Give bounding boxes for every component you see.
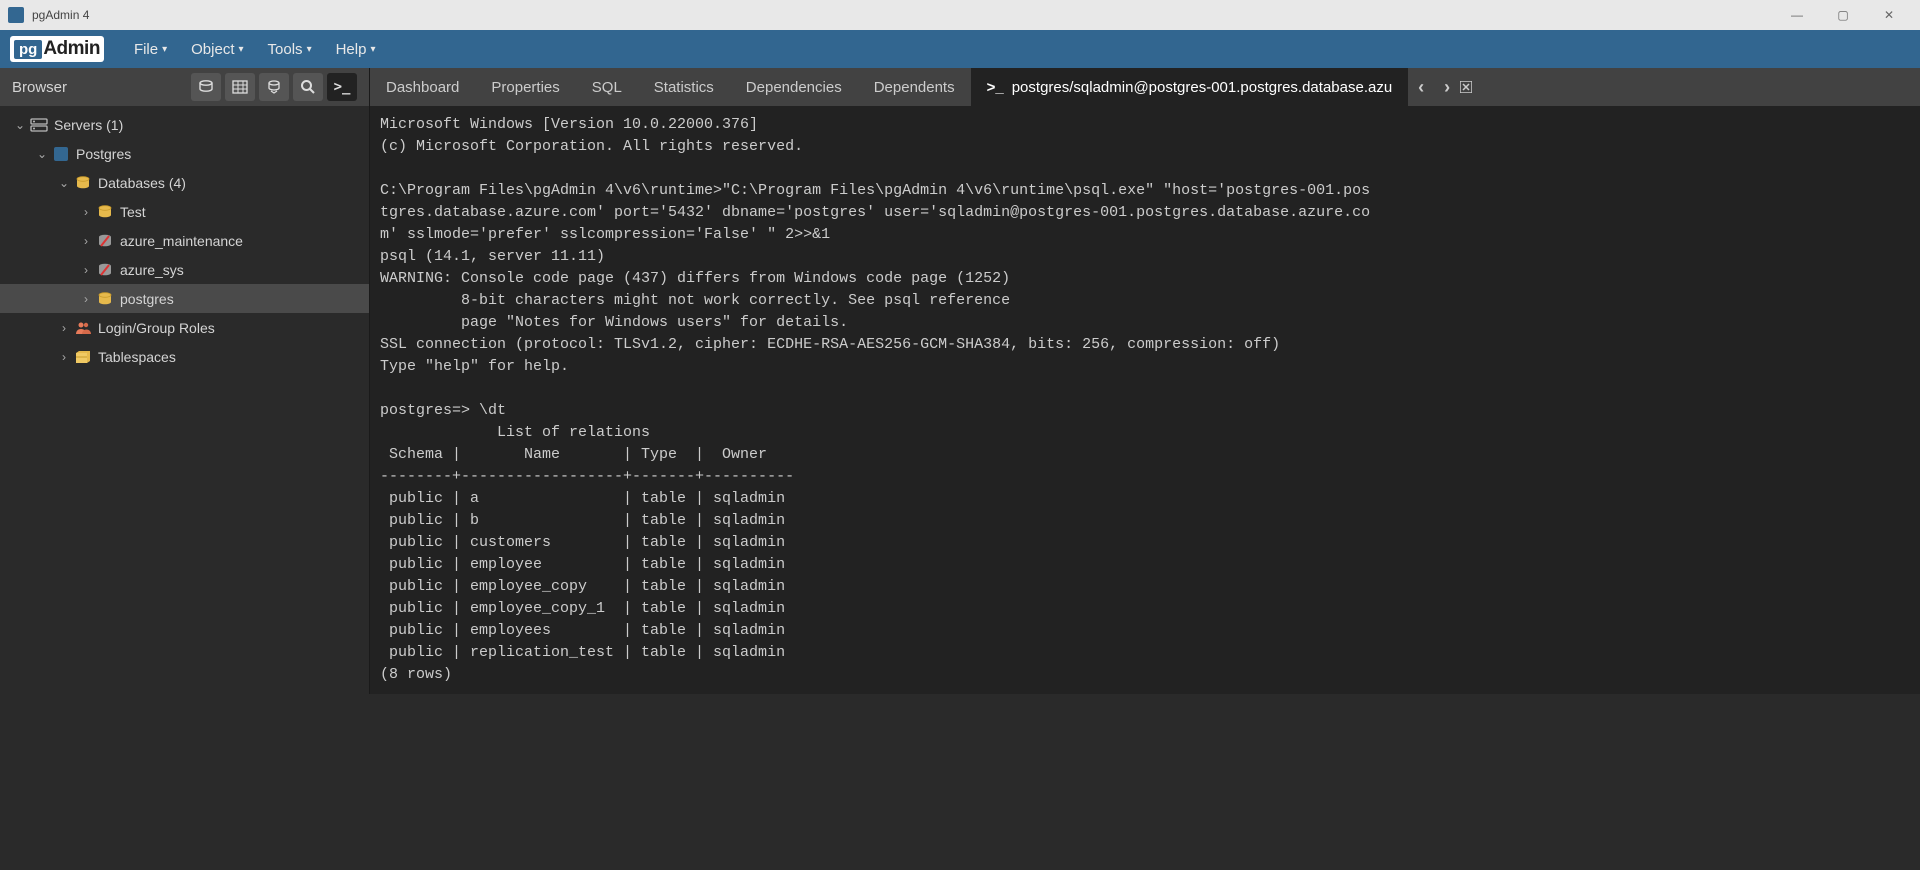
tree-item-label: postgres bbox=[120, 291, 174, 307]
menu-help[interactable]: Help▾ bbox=[324, 35, 388, 64]
window-title: pgAdmin 4 bbox=[32, 8, 1774, 22]
logo-admin: Admin bbox=[43, 38, 100, 60]
content-area: DashboardPropertiesSQLStatisticsDependen… bbox=[370, 68, 1920, 694]
terminal-icon: >_ bbox=[987, 79, 1004, 96]
tree-toggle-icon[interactable]: ⌄ bbox=[12, 118, 28, 132]
tree-item[interactable]: ⌄ Postgres bbox=[0, 139, 369, 168]
tree-item-label: azure_sys bbox=[120, 262, 184, 278]
toolbar-button-3[interactable] bbox=[259, 73, 289, 101]
app-icon bbox=[8, 7, 24, 23]
window-titlebar: pgAdmin 4 — ▢ ✕ bbox=[0, 0, 1920, 30]
db-group-icon bbox=[74, 175, 92, 191]
tree-toggle-icon[interactable]: › bbox=[56, 350, 72, 364]
tab-nav-next[interactable]: › bbox=[1434, 77, 1460, 98]
tree-item-label: Postgres bbox=[76, 146, 131, 162]
tree-item[interactable]: › Tablespaces bbox=[0, 342, 369, 371]
tree-item-label: Databases (4) bbox=[98, 175, 186, 191]
elephant-icon bbox=[52, 146, 70, 162]
main-area: Browser >_ ⌄ Servers (1) ⌄ Postgres ⌄ Databas… bbox=[0, 68, 1920, 694]
menubar: pgAdmin File▾Object▾Tools▾Help▾ bbox=[0, 30, 1920, 68]
tree-item-label: Servers (1) bbox=[54, 117, 123, 133]
window-close-button[interactable]: ✕ bbox=[1866, 0, 1912, 30]
tree-item[interactable]: › postgres bbox=[0, 284, 369, 313]
db-gray-icon bbox=[96, 233, 114, 249]
tab-statistics[interactable]: Statistics bbox=[638, 68, 730, 106]
menu-object[interactable]: Object▾ bbox=[179, 35, 255, 64]
tab-nav-prev[interactable]: ‹ bbox=[1408, 77, 1434, 98]
tree-toggle-icon[interactable]: › bbox=[56, 321, 72, 335]
tab-properties[interactable]: Properties bbox=[475, 68, 575, 106]
tab-dependents[interactable]: Dependents bbox=[858, 68, 971, 106]
tab-close-icon[interactable] bbox=[1460, 81, 1486, 93]
terminal-output[interactable]: Microsoft Windows [Version 10.0.22000.37… bbox=[370, 106, 1920, 694]
tree-item-label: Login/Group Roles bbox=[98, 320, 215, 336]
toolbar-psql-button[interactable]: >_ bbox=[327, 73, 357, 101]
tree-toggle-icon[interactable]: › bbox=[78, 234, 94, 248]
logo-pg: pg bbox=[14, 40, 42, 59]
tab-dependencies[interactable]: Dependencies bbox=[730, 68, 858, 106]
tree-item[interactable]: ⌄ Databases (4) bbox=[0, 168, 369, 197]
tab-psql-active[interactable]: >_ postgres/sqladmin@postgres-001.postgr… bbox=[971, 68, 1409, 106]
tree-item[interactable]: ⌄ Servers (1) bbox=[0, 110, 369, 139]
server-icon bbox=[30, 117, 48, 133]
tab-sql[interactable]: SQL bbox=[576, 68, 638, 106]
tree-item[interactable]: › azure_maintenance bbox=[0, 226, 369, 255]
tree-item[interactable]: › azure_sys bbox=[0, 255, 369, 284]
tree-item[interactable]: › Test bbox=[0, 197, 369, 226]
menu-file[interactable]: File▾ bbox=[122, 35, 179, 64]
window-minimize-button[interactable]: — bbox=[1774, 0, 1820, 30]
toolbar-button-1[interactable] bbox=[191, 73, 221, 101]
sidebar-title: Browser bbox=[12, 79, 187, 96]
db-icon bbox=[96, 291, 114, 307]
tree-toggle-icon[interactable]: › bbox=[78, 292, 94, 306]
sidebar-header: Browser >_ bbox=[0, 68, 369, 106]
tree-toggle-icon[interactable]: ⌄ bbox=[34, 147, 50, 161]
tree-item[interactable]: › Login/Group Roles bbox=[0, 313, 369, 342]
db-icon bbox=[96, 204, 114, 220]
menu-tools[interactable]: Tools▾ bbox=[256, 35, 324, 64]
tree-toggle-icon[interactable]: › bbox=[78, 263, 94, 277]
toolbar-search-button[interactable] bbox=[293, 73, 323, 101]
tab-psql-label: postgres/sqladmin@postgres-001.postgres.… bbox=[1012, 79, 1392, 96]
roles-icon bbox=[74, 320, 92, 336]
window-maximize-button[interactable]: ▢ bbox=[1820, 0, 1866, 30]
tabbar: DashboardPropertiesSQLStatisticsDependen… bbox=[370, 68, 1920, 106]
tree-item-label: Test bbox=[120, 204, 146, 220]
tree-toggle-icon[interactable]: › bbox=[78, 205, 94, 219]
tree-item-label: Tablespaces bbox=[98, 349, 176, 365]
db-gray-icon bbox=[96, 262, 114, 278]
toolbar-button-2[interactable] bbox=[225, 73, 255, 101]
tree-toggle-icon[interactable]: ⌄ bbox=[56, 176, 72, 190]
tab-dashboard[interactable]: Dashboard bbox=[370, 68, 475, 106]
object-tree: ⌄ Servers (1) ⌄ Postgres ⌄ Databases (4) › Test… bbox=[0, 106, 369, 375]
tree-item-label: azure_maintenance bbox=[120, 233, 243, 249]
tablespace-icon bbox=[74, 349, 92, 365]
app-logo: pgAdmin bbox=[10, 36, 104, 62]
sidebar: Browser >_ ⌄ Servers (1) ⌄ Postgres ⌄ Databas… bbox=[0, 68, 370, 694]
